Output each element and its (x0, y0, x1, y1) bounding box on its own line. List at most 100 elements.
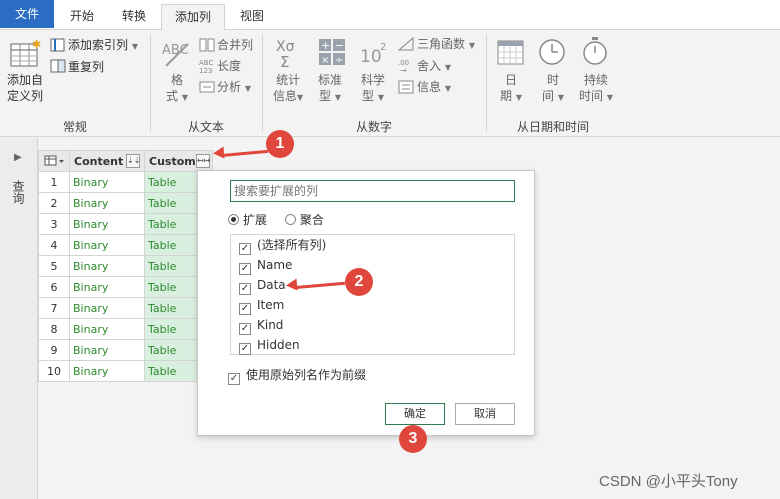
statistics-button[interactable]: 统计 信息▼ (273, 72, 303, 106)
tab-file[interactable]: 文件 (0, 0, 54, 28)
column-header-content[interactable]: Content ⇣⇣ (69, 150, 145, 172)
checkbox-checked-icon: ✓ (228, 373, 240, 385)
table-row[interactable]: 6 Binary Table (38, 276, 213, 298)
statistics-label-2: 信息 (273, 89, 298, 103)
cell-content[interactable]: Binary (69, 360, 145, 382)
tab-transform[interactable]: 转换 (110, 4, 158, 30)
time-label-1: 时 (546, 73, 559, 87)
use-prefix-checkbox[interactable]: ✓ 使用原始列名作为前缀 (228, 366, 366, 385)
row-index: 4 (38, 234, 70, 256)
table-row[interactable]: 9 Binary Table (38, 339, 213, 361)
standard-icon: + − × ÷ (319, 39, 345, 66)
time-label-2: 间 (542, 89, 555, 103)
table-row[interactable]: 10 Binary Table (38, 360, 213, 382)
date-button[interactable]: 日 期 ▼ (500, 72, 522, 106)
chevron-down-icon: ▼ (515, 93, 522, 102)
cell-content[interactable]: Binary (69, 255, 145, 277)
duration-button[interactable]: 持续 时间 ▼ (579, 72, 613, 106)
table-row[interactable]: 2 Binary Table (38, 192, 213, 214)
queries-pane-collapsed[interactable]: ▶ 查询 (0, 138, 38, 499)
time-button[interactable]: 时 间 ▼ (542, 72, 564, 106)
tab-home[interactable]: 开始 (58, 4, 106, 30)
svg-text:ABC: ABC (199, 59, 213, 67)
table-row[interactable]: 1 Binary Table (38, 171, 213, 193)
statistics-label-1: 统计 (276, 73, 301, 87)
watermark: CSDN @小平头Tony (599, 473, 738, 490)
svg-text:✱: ✱ (32, 38, 41, 51)
scientific-button[interactable]: 科学 型 ▼ (361, 72, 385, 106)
row-index: 2 (38, 192, 70, 214)
tab-add-column[interactable]: 添加列 (161, 4, 225, 31)
list-item-hidden[interactable]: ✓ Hidden (239, 335, 300, 355)
chevron-down-icon: ▼ (297, 93, 304, 102)
checkbox-checked-icon: ✓ (239, 303, 251, 315)
trig-button[interactable]: 三角函数 ▼ (417, 36, 475, 54)
table-row[interactable]: 5 Binary Table (38, 255, 213, 277)
scientific-label-2: 型 (362, 89, 375, 103)
list-item-select-all[interactable]: ✓ (选择所有列) (239, 235, 326, 255)
rounding-button[interactable]: 舍入 ▼ (417, 58, 451, 76)
standard-button[interactable]: 标准 型 ▼ (318, 72, 342, 106)
group-label-text: 从文本 (187, 120, 224, 134)
cell-content[interactable]: Binary (69, 192, 145, 214)
length-button[interactable]: 长度 (217, 58, 241, 74)
cell-content[interactable]: Binary (69, 339, 145, 361)
cell-content[interactable]: Binary (69, 171, 145, 193)
list-item-label: (选择所有列) (257, 238, 327, 252)
radio-expand[interactable]: 扩展 (228, 213, 267, 227)
cell-content[interactable]: Binary (69, 318, 145, 340)
row-index: 7 (38, 297, 70, 319)
table-menu-header[interactable] (38, 150, 70, 172)
chevron-down-icon: ▼ (468, 41, 475, 50)
row-index: 8 (38, 318, 70, 340)
cell-content[interactable]: Binary (69, 297, 145, 319)
cell-content[interactable]: Binary (69, 234, 145, 256)
annotation-badge-3: 3 (399, 425, 427, 453)
radio-expand-label: 扩展 (243, 213, 268, 227)
rounding-icon: .00 → (398, 59, 409, 74)
search-columns-input[interactable] (230, 180, 515, 202)
row-index: 1 (38, 171, 70, 193)
svg-text:×: × (321, 55, 329, 66)
table-row[interactable]: 7 Binary Table (38, 297, 213, 319)
ok-button[interactable]: 确定 (385, 403, 445, 425)
format-icon: ABC (162, 43, 189, 67)
tab-view[interactable]: 视图 (228, 4, 276, 30)
merge-columns-button[interactable]: 合并列 (217, 37, 253, 53)
expand-binary-icon[interactable]: ⇣⇣ (126, 154, 140, 168)
list-item-item[interactable]: ✓ Item (239, 295, 284, 315)
annotation-arrowhead-2 (285, 278, 298, 292)
ribbon: ✱ 添加自 定义列 添加索引列 ▼ 重复列 常规 ABC 格 式 ▼ 合并列 A… (0, 30, 780, 137)
parse-button[interactable]: 分析 ▼ (217, 79, 251, 97)
custom-column-button[interactable]: 添加自 定义列 (7, 72, 43, 104)
index-column-icon (50, 38, 65, 52)
list-item-data[interactable]: ✓ Data (239, 275, 286, 295)
table-row[interactable]: 4 Binary Table (38, 234, 213, 256)
radio-aggregate[interactable]: 聚合 (284, 213, 324, 227)
radio-unselected-icon (284, 214, 296, 225)
cancel-button[interactable]: 取消 (455, 403, 515, 425)
column-header-custom[interactable]: Custom ↤↦ (144, 150, 213, 172)
cell-content[interactable]: Binary (69, 213, 145, 235)
svg-text:÷: ÷ (335, 55, 343, 66)
table-icon (44, 155, 64, 166)
stopwatch-icon (583, 37, 607, 65)
date-label-2: 期 (500, 89, 513, 103)
list-item-kind[interactable]: ✓ Kind (239, 315, 283, 335)
list-item-name[interactable]: ✓ Name (239, 255, 292, 275)
cell-content[interactable]: Binary (69, 276, 145, 298)
chevron-down-icon: ▼ (606, 93, 613, 102)
table-row[interactable]: 3 Binary Table (38, 213, 213, 235)
chevron-right-icon[interactable]: ▶ (14, 152, 22, 163)
info-button[interactable]: 信息 ▼ (417, 79, 451, 97)
radio-selected-icon (228, 214, 239, 225)
table-row[interactable]: 8 Binary Table (38, 318, 213, 340)
standard-label-2: 型 (319, 89, 332, 103)
expand-table-icon[interactable]: ↤↦ (196, 154, 210, 168)
duplicate-column-icon (50, 59, 66, 73)
duplicate-column-button[interactable]: 重复列 (68, 59, 104, 75)
format-button[interactable]: 格 式 ▼ (166, 72, 188, 106)
index-column-button[interactable]: 添加索引列 ▼ (68, 37, 138, 55)
custom-column-label-1: 添加自 (7, 73, 44, 87)
svg-text:2: 2 (380, 42, 386, 53)
